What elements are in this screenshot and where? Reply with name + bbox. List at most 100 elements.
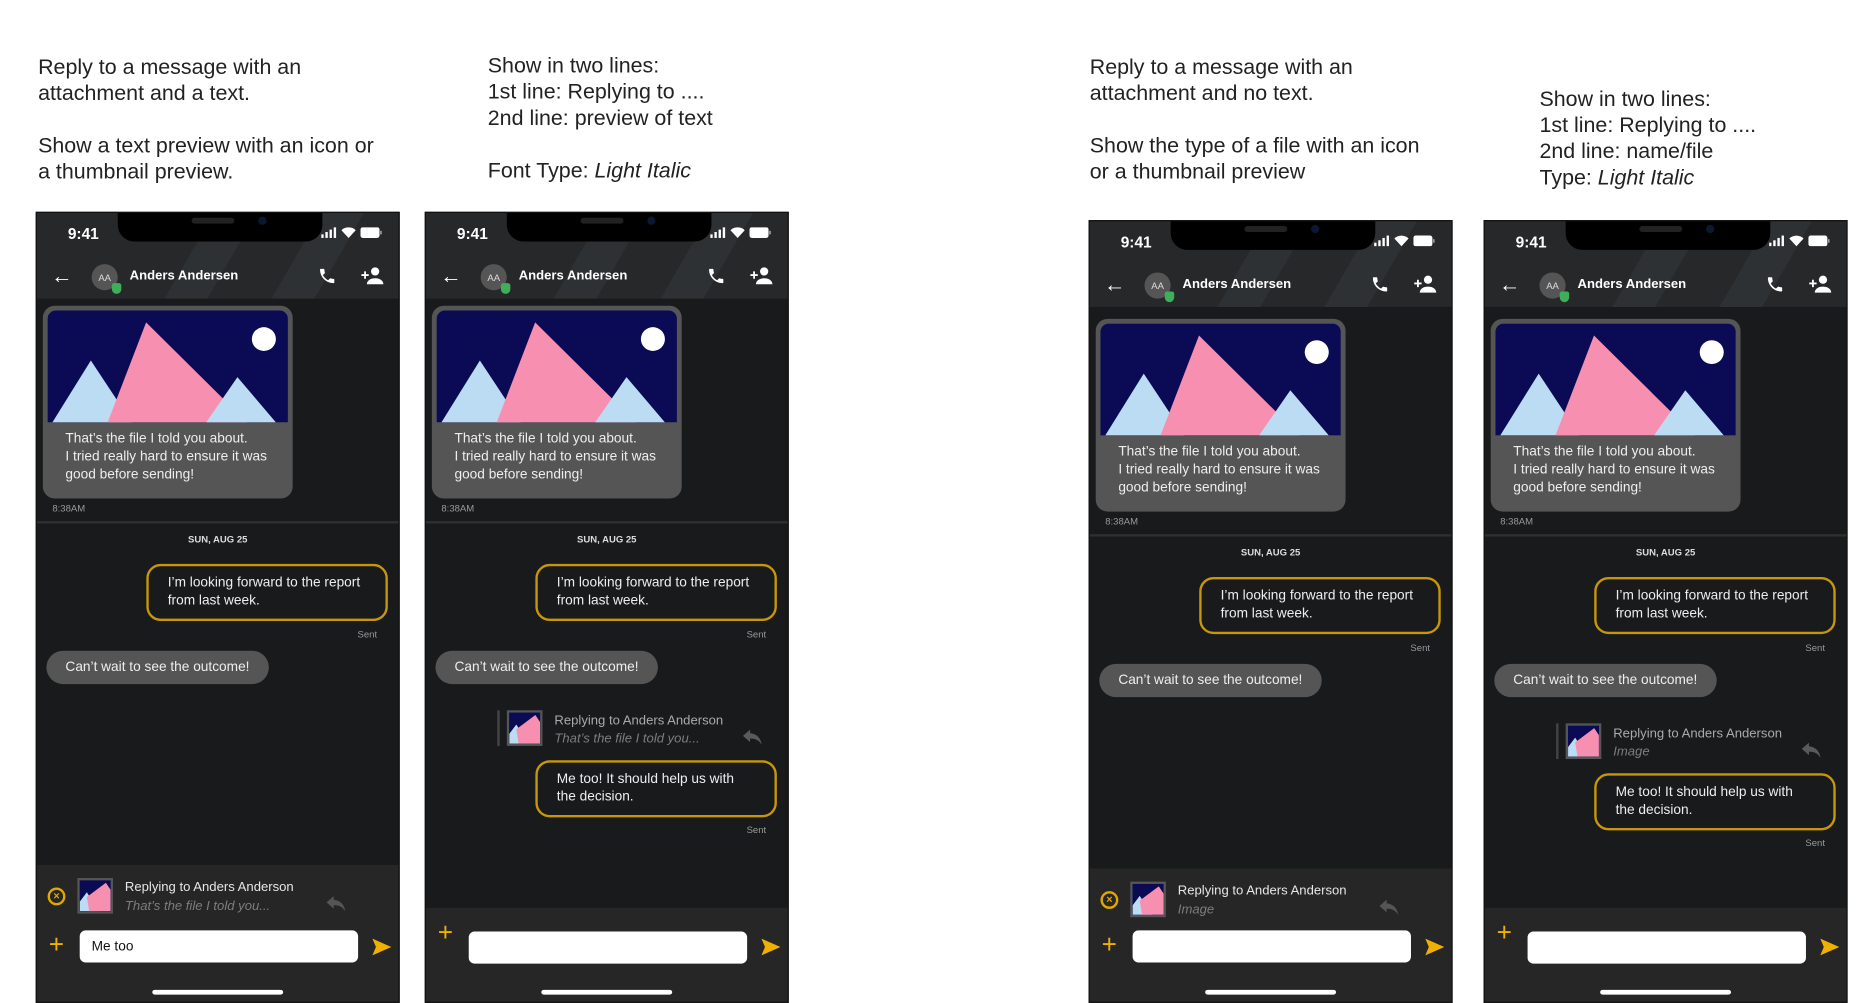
sent-message-bubble[interactable]: I’m looking forward to the report from la… [1594, 577, 1836, 635]
back-arrow-icon[interactable]: ← [1104, 274, 1125, 295]
annotation-line: Show a text preview with an icon or [38, 133, 374, 158]
contact-name[interactable]: Anders Andersen [1578, 277, 1687, 291]
annotation-line: Reply to a message with an [1089, 54, 1353, 79]
phone-call-icon[interactable] [707, 266, 726, 285]
quote-bar [1556, 723, 1559, 760]
phone-screen: 9:41 ← AA Anders Andersen That’s the fil… [424, 211, 789, 1003]
wifi-icon [1789, 235, 1804, 247]
plus-icon[interactable]: + [49, 931, 64, 958]
phone-call-icon[interactable] [1371, 275, 1390, 294]
reply-title: Replying to Anders Anderson [1177, 883, 1347, 899]
avatar[interactable]: AA [91, 264, 122, 294]
message-input[interactable] [468, 931, 748, 964]
phone-call-icon[interactable] [1766, 275, 1785, 294]
divider [1484, 534, 1847, 537]
annotation-line: Show in two lines: [1539, 86, 1711, 111]
annotation-line [488, 131, 713, 157]
phone-screen: 9:41 ← AA Anders Andersen That’s the fil… [1088, 220, 1453, 1003]
phone-call-icon[interactable] [318, 266, 337, 285]
avatar[interactable]: AA [1539, 272, 1570, 303]
reply-arrow-icon[interactable] [1378, 899, 1399, 916]
reply-thumbnail [1130, 881, 1166, 918]
reply-title: Replying to Anders Anderson [1613, 726, 1783, 742]
annotation-note: Reply to a message with an attachment and… [38, 54, 374, 185]
add-person-icon[interactable] [1808, 275, 1832, 294]
plus-icon[interactable]: + [438, 919, 453, 946]
message-input[interactable] [79, 930, 359, 963]
received-message-bubble[interactable]: Can’t wait to see the outcome! [1099, 663, 1322, 698]
reply-message-bubble[interactable]: Me too! It should help us with the decisi… [535, 760, 777, 818]
chat-header: 9:41 ← AA Anders Andersen [36, 212, 399, 299]
sent-message-bubble[interactable]: I’m looking forward to the report from la… [1199, 577, 1441, 635]
image-message-bubble[interactable]: That’s the file I told you about. I tried… [431, 305, 682, 499]
annotation-line: Font Type: Light Italic [487, 158, 691, 183]
back-arrow-icon[interactable]: ← [1499, 274, 1520, 295]
image-message-bubble[interactable]: That’s the file I told you about. I tried… [1095, 318, 1346, 512]
avatar[interactable]: AA [1144, 272, 1175, 303]
reply-preview: That’s the file I told you... [554, 731, 700, 746]
message-input[interactable] [1527, 931, 1806, 964]
contact-name[interactable]: Anders Andersen [519, 269, 628, 283]
composer: + [425, 907, 788, 1002]
message-input[interactable] [1132, 930, 1411, 963]
home-indicator [1600, 989, 1732, 995]
verified-shield-icon [1559, 291, 1570, 303]
annotation-note: Show in two lines: 1st line: Replying to … [1539, 86, 1756, 191]
annotation-note: Reply to a message with an attachment and… [1090, 54, 1420, 185]
sent-message-bubble[interactable]: I’m looking forward to the report from la… [535, 563, 777, 622]
reply-thumbnail [77, 877, 114, 914]
add-person-icon[interactable] [1413, 275, 1437, 294]
send-icon[interactable] [1425, 938, 1445, 956]
send-icon[interactable] [1820, 938, 1840, 956]
reply-title: Replying to Anders Anderson [124, 880, 294, 895]
cancel-reply-icon[interactable]: × [1100, 891, 1119, 909]
status-time: 9:41 [1515, 233, 1547, 252]
annotation-line: attachment and no text. [1089, 80, 1314, 105]
annotation-line [38, 106, 374, 132]
wifi-icon [1394, 235, 1409, 247]
send-icon[interactable] [372, 938, 392, 956]
reply-thumbnail [1565, 723, 1602, 760]
sent-message-bubble[interactable]: I’m looking forward to the report from la… [146, 563, 388, 622]
received-message-bubble[interactable]: Can’t wait to see the outcome! [46, 650, 269, 685]
canvas: Reply to a message with an attachment and… [0, 0, 1856, 1003]
reply-arrow-icon[interactable] [325, 896, 346, 913]
avatar[interactable]: AA [480, 264, 511, 294]
image-message-bubble[interactable]: That’s the file I told you about. I tried… [1490, 318, 1741, 512]
cancel-reply-icon[interactable]: × [47, 887, 66, 906]
add-person-icon[interactable] [750, 266, 774, 285]
quoted-reply[interactable]: Replying to Anders Anderson That’s the f… [497, 710, 778, 748]
back-arrow-icon[interactable]: ← [51, 265, 72, 286]
wifi-icon [341, 227, 356, 238]
image-attachment [47, 310, 288, 423]
reply-arrow-icon[interactable] [741, 729, 762, 746]
plus-icon[interactable]: + [1497, 919, 1512, 946]
send-icon[interactable] [761, 938, 781, 956]
image-caption: That’s the file I told you about. I tried… [1118, 444, 1320, 495]
battery-icon [360, 227, 382, 238]
add-person-icon[interactable] [360, 266, 384, 285]
date-separator: SUN, AUG 25 [577, 534, 637, 545]
phone-screen: 9:41 ← AA Anders Andersen That’s the fil… [35, 211, 400, 1003]
image-message-bubble[interactable]: That’s the file I told you about. I tried… [42, 305, 293, 499]
status-time: 9:41 [1120, 233, 1152, 252]
annotation-line: Show in two lines: [487, 53, 660, 78]
status-time: 9:41 [67, 224, 99, 243]
reply-arrow-icon[interactable] [1800, 742, 1821, 759]
received-message-bubble[interactable]: Can’t wait to see the outcome! [1494, 663, 1717, 698]
date-separator: SUN, AUG 25 [188, 534, 248, 545]
image-caption: That’s the file I told you about. I tried… [1513, 444, 1715, 495]
contact-name[interactable]: Anders Andersen [1183, 277, 1292, 291]
contact-name[interactable]: Anders Andersen [130, 269, 239, 283]
image-attachment [1495, 323, 1736, 436]
reply-message-bubble[interactable]: Me too! It should help us with the decisi… [1594, 773, 1836, 831]
device-notch [1565, 221, 1771, 250]
annotation-line: Reply to a message with an [38, 54, 302, 79]
image-thumbnail-icon [79, 880, 111, 912]
plus-icon[interactable]: + [1102, 931, 1117, 958]
image-caption: That’s the file I told you about. I tried… [65, 431, 267, 482]
back-arrow-icon[interactable]: ← [440, 265, 461, 286]
sent-status: Sent [357, 629, 378, 641]
received-message-bubble[interactable]: Can’t wait to see the outcome! [435, 650, 658, 685]
quoted-reply[interactable]: Replying to Anders Anderson Image [1556, 723, 1837, 761]
